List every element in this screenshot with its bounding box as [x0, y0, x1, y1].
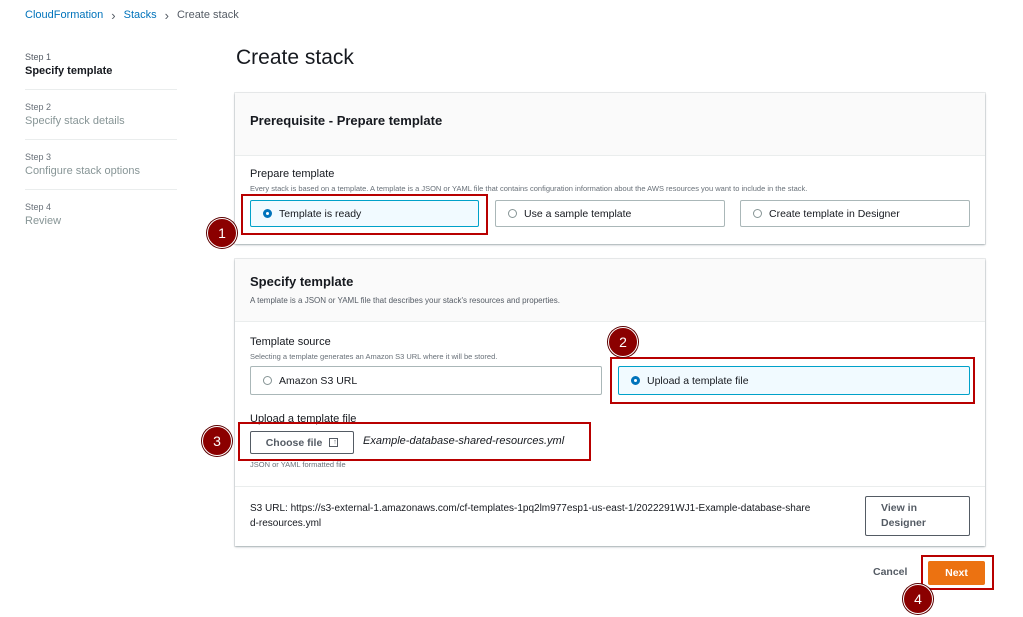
step-label: Review: [25, 215, 62, 227]
annotation-badge: 4: [903, 584, 933, 614]
step-label: Configure stack options: [25, 165, 140, 177]
annotation-badge: 2: [608, 327, 638, 357]
wizard-steps: Step 1 Specify template Step 2 Specify s…: [25, 52, 177, 251]
chevron-right-icon: ›: [111, 7, 116, 23]
breadcrumb: CloudFormation › Stacks › Create stack: [25, 7, 239, 23]
view-in-designer-button[interactable]: View in Designer: [865, 496, 970, 536]
s3-url-label: S3 URL:: [250, 503, 288, 514]
source-s3-url[interactable]: Amazon S3 URL: [250, 366, 602, 395]
step-number: Step 4: [25, 202, 52, 212]
highlight-box: [610, 357, 975, 404]
template-source-desc: Selecting a template generates an Amazon…: [250, 352, 498, 361]
chevron-right-icon: ›: [164, 7, 169, 23]
breadcrumb-stacks[interactable]: Stacks: [124, 9, 157, 21]
prepare-template-desc: Every stack is based on a template. A te…: [250, 184, 808, 193]
annotation-badge: 3: [202, 426, 232, 456]
step-review: Step 4 Review: [25, 202, 177, 239]
highlight-box: [921, 555, 994, 590]
option-label: Create template in Designer: [769, 207, 900, 220]
step-configure-options: Step 3 Configure stack options: [25, 152, 177, 190]
step-specify-details: Step 2 Specify stack details: [25, 102, 177, 140]
panel-header: Specify template A template is a JSON or…: [235, 259, 985, 322]
annotation-badge: 1: [207, 218, 237, 248]
highlight-box: [238, 422, 591, 461]
option-sample-template[interactable]: Use a sample template: [495, 200, 725, 227]
cancel-button[interactable]: Cancel: [873, 566, 907, 578]
breadcrumb-cloudformation[interactable]: CloudFormation: [25, 9, 103, 21]
step-number: Step 2: [25, 102, 52, 112]
page-title: Create stack: [236, 46, 354, 69]
step-label: Specify template: [25, 65, 113, 77]
breadcrumb-current: Create stack: [176, 9, 239, 21]
step-specify-template[interactable]: Step 1 Specify template: [25, 52, 177, 90]
option-create-designer[interactable]: Create template in Designer: [740, 200, 970, 227]
prepare-template-label: Prepare template: [250, 168, 335, 180]
panel-header: Prerequisite - Prepare template: [235, 93, 985, 156]
view-designer-label: View in: [881, 502, 917, 514]
radio-icon: [508, 209, 517, 218]
file-format-hint: JSON or YAML formatted file: [250, 460, 346, 469]
s3-url-text: S3 URL: https://s3-external-1.amazonaws.…: [250, 501, 850, 531]
step-label: Specify stack details: [25, 115, 125, 127]
step-number: Step 3: [25, 152, 52, 162]
highlight-box: [241, 194, 488, 235]
view-designer-label-2: Designer: [881, 517, 926, 529]
radio-icon: [753, 209, 762, 218]
specify-template-desc: A template is a JSON or YAML file that d…: [250, 296, 560, 305]
template-source-label: Template source: [250, 336, 331, 348]
step-number: Step 1: [25, 52, 52, 62]
specify-template-heading: Specify template: [250, 274, 354, 289]
prerequisite-heading: Prerequisite - Prepare template: [250, 113, 443, 128]
s3-url-value-cont: d-resources.yml: [250, 518, 322, 529]
s3-url-value: https://s3-external-1.amazonaws.com/cf-t…: [290, 503, 811, 514]
radio-icon: [263, 376, 272, 385]
option-label: Use a sample template: [524, 207, 632, 220]
divider: [235, 486, 985, 487]
option-label: Amazon S3 URL: [279, 374, 358, 387]
